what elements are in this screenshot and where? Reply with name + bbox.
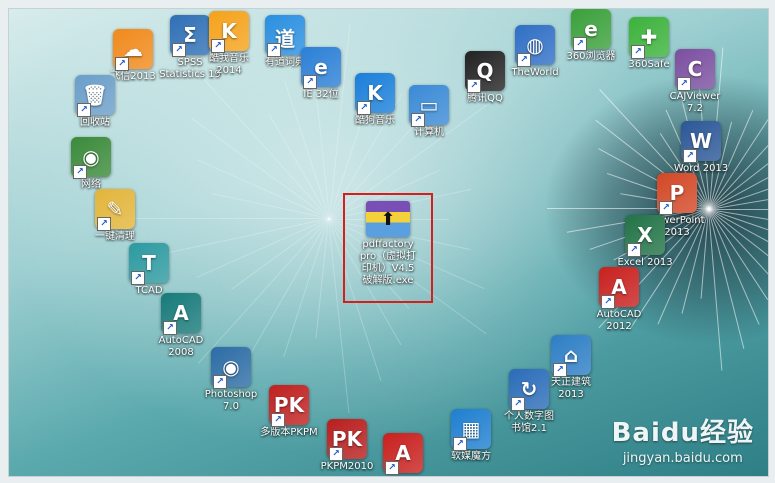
selected-file-pdffactory[interactable]: ⬆ pdffactory pro（虚拟打 印机）V4.5 破解版.exe — [343, 193, 433, 303]
desktop-icon-cleanup[interactable]: ✎ ↗ 一键清理 — [79, 189, 151, 243]
watermark-url: jingyan.baidu.com — [622, 451, 743, 466]
dandelion-streak — [196, 218, 329, 278]
desktop-icon-tcad[interactable]: T ↗ TCAD — [113, 243, 185, 297]
pkpm-2010-icon: PK ↗ — [327, 419, 367, 461]
shortcut-arrow-icon: ↗ — [73, 165, 87, 179]
shortcut-arrow-icon: ↗ — [631, 45, 645, 59]
shortcut-arrow-icon: ↗ — [411, 113, 425, 127]
shortcut-arrow-icon: ↗ — [467, 79, 481, 93]
desktop-icon-autocadbottom[interactable]: A ↗ — [367, 433, 439, 475]
desktop-icon-mofang[interactable]: ▦ ↗ 软媒魔方 — [435, 409, 507, 463]
desktop-icon-label: 计算机 — [414, 127, 444, 138]
desktop-icon-label: AutoCAD 2012 — [596, 309, 642, 332]
tcad-icon: T ↗ — [129, 243, 169, 285]
excel-icon: X ↗ — [625, 215, 665, 257]
shortcut-arrow-icon: ↗ — [329, 447, 343, 461]
desktop-icon-network[interactable]: ◉ ↗ 网络 — [55, 137, 127, 191]
desktop-icon-label: 回收站 — [80, 117, 110, 128]
shortcut-arrow-icon: ↗ — [385, 461, 399, 475]
kugou-music-icon: K ↗ — [355, 73, 395, 115]
kuwo-music-icon: K ↗ — [209, 11, 249, 53]
shortcut-arrow-icon: ↗ — [97, 217, 111, 231]
dandelion-streak — [134, 218, 329, 220]
photoshop-icon: ◉ ↗ — [211, 347, 251, 389]
desktop-icon-label: CAJViewer 7.2 — [669, 91, 721, 114]
desktop-icon-autocad2012[interactable]: A ↗ AutoCAD 2012 — [583, 267, 655, 333]
shortcut-arrow-icon: ↗ — [357, 101, 371, 115]
dandelion-streak — [196, 159, 330, 219]
dandelion-streak — [197, 218, 329, 364]
feixin-icon: ☁ ↗ — [113, 29, 153, 71]
shortcut-arrow-icon: ↗ — [115, 57, 129, 71]
cajviewer-icon: C ↗ — [675, 49, 715, 91]
autocad-icon: A ↗ — [383, 433, 423, 475]
baidu-jingyan-watermark: Baidu经验 jingyan.baidu.com — [612, 412, 754, 466]
shortcut-arrow-icon: ↗ — [213, 375, 227, 389]
dandelion-streak — [283, 218, 329, 357]
desktop-icon-label: 一键清理 — [95, 231, 135, 242]
desktop-icon-word[interactable]: W ↗ Word 2013 — [665, 121, 737, 175]
shortcut-arrow-icon: ↗ — [172, 43, 186, 57]
dandelion-streak — [708, 209, 768, 300]
selected-file-label: pdffactory pro（虚拟打 印机）V4.5 破解版.exe — [359, 239, 417, 286]
shortcut-arrow-icon: ↗ — [601, 295, 615, 309]
network-icon: ◉ ↗ — [71, 137, 111, 179]
shortcut-arrow-icon: ↗ — [163, 321, 177, 335]
shortcut-arrow-icon: ↗ — [131, 271, 145, 285]
broom-icon: ✎ ↗ — [95, 189, 135, 231]
shortcut-arrow-icon: ↗ — [211, 39, 225, 53]
shortcut-arrow-icon: ↗ — [77, 103, 91, 117]
shortcut-arrow-icon: ↗ — [271, 413, 285, 427]
watermark-brand: Baidu经验 — [611, 418, 754, 448]
desktop-icon-cajviewer[interactable]: C ↗ CAJViewer 7.2 — [659, 49, 731, 115]
internet-explorer-icon: e ↗ — [301, 47, 341, 89]
cube-icon: ▦ ↗ — [451, 409, 491, 451]
desktop-icon-recyclebin[interactable]: 🗑 ↗ 回收站 — [59, 75, 131, 129]
autocad-icon: A ↗ — [599, 267, 639, 309]
theworld-browser-icon: ◍ ↗ — [515, 25, 555, 67]
installer-box-icon: ⬆ — [366, 201, 410, 237]
recycle-bin-icon: 🗑 ↗ — [75, 75, 115, 117]
shortcut-arrow-icon: ↗ — [683, 149, 697, 163]
word-icon: W ↗ — [681, 121, 721, 163]
shortcut-arrow-icon: ↗ — [659, 201, 673, 215]
desktop-icon-label: 软媒魔方 — [451, 451, 491, 462]
shortcut-arrow-icon: ↗ — [267, 43, 281, 57]
shortcut-arrow-icon: ↗ — [517, 53, 531, 67]
shortcut-arrow-icon: ↗ — [453, 437, 467, 451]
dandelion-streak — [284, 80, 330, 220]
desktop-icon-excel[interactable]: X ↗ Excel 2013 — [609, 215, 681, 269]
desktop-icon-label: TheWorld — [511, 67, 559, 78]
shortcut-arrow-icon: ↗ — [511, 397, 525, 411]
desktop[interactable]: ☁ ↗ 飞信2013 Σ ↗ SPSS Statistics 19 K ↗ 酷我音乐 2014 道… — [8, 8, 769, 477]
shortcut-arrow-icon: ↗ — [303, 75, 317, 89]
shortcut-arrow-icon: ↗ — [627, 243, 641, 257]
computer-icon: ▭ ↗ — [409, 85, 449, 127]
pkpm-icon: PK ↗ — [269, 385, 309, 427]
up-arrow-icon: ⬆ — [380, 209, 396, 230]
360-browser-icon: e ↗ — [571, 9, 611, 51]
desktop-icon-label: 腾讯QQ — [467, 93, 503, 104]
shortcut-arrow-icon: ↗ — [573, 37, 587, 51]
powerpoint-icon: P ↗ — [657, 173, 697, 215]
digital-library-icon: ↻ ↗ — [509, 369, 549, 411]
shortcut-arrow-icon: ↗ — [677, 77, 691, 91]
autocad-icon: A ↗ — [161, 293, 201, 335]
